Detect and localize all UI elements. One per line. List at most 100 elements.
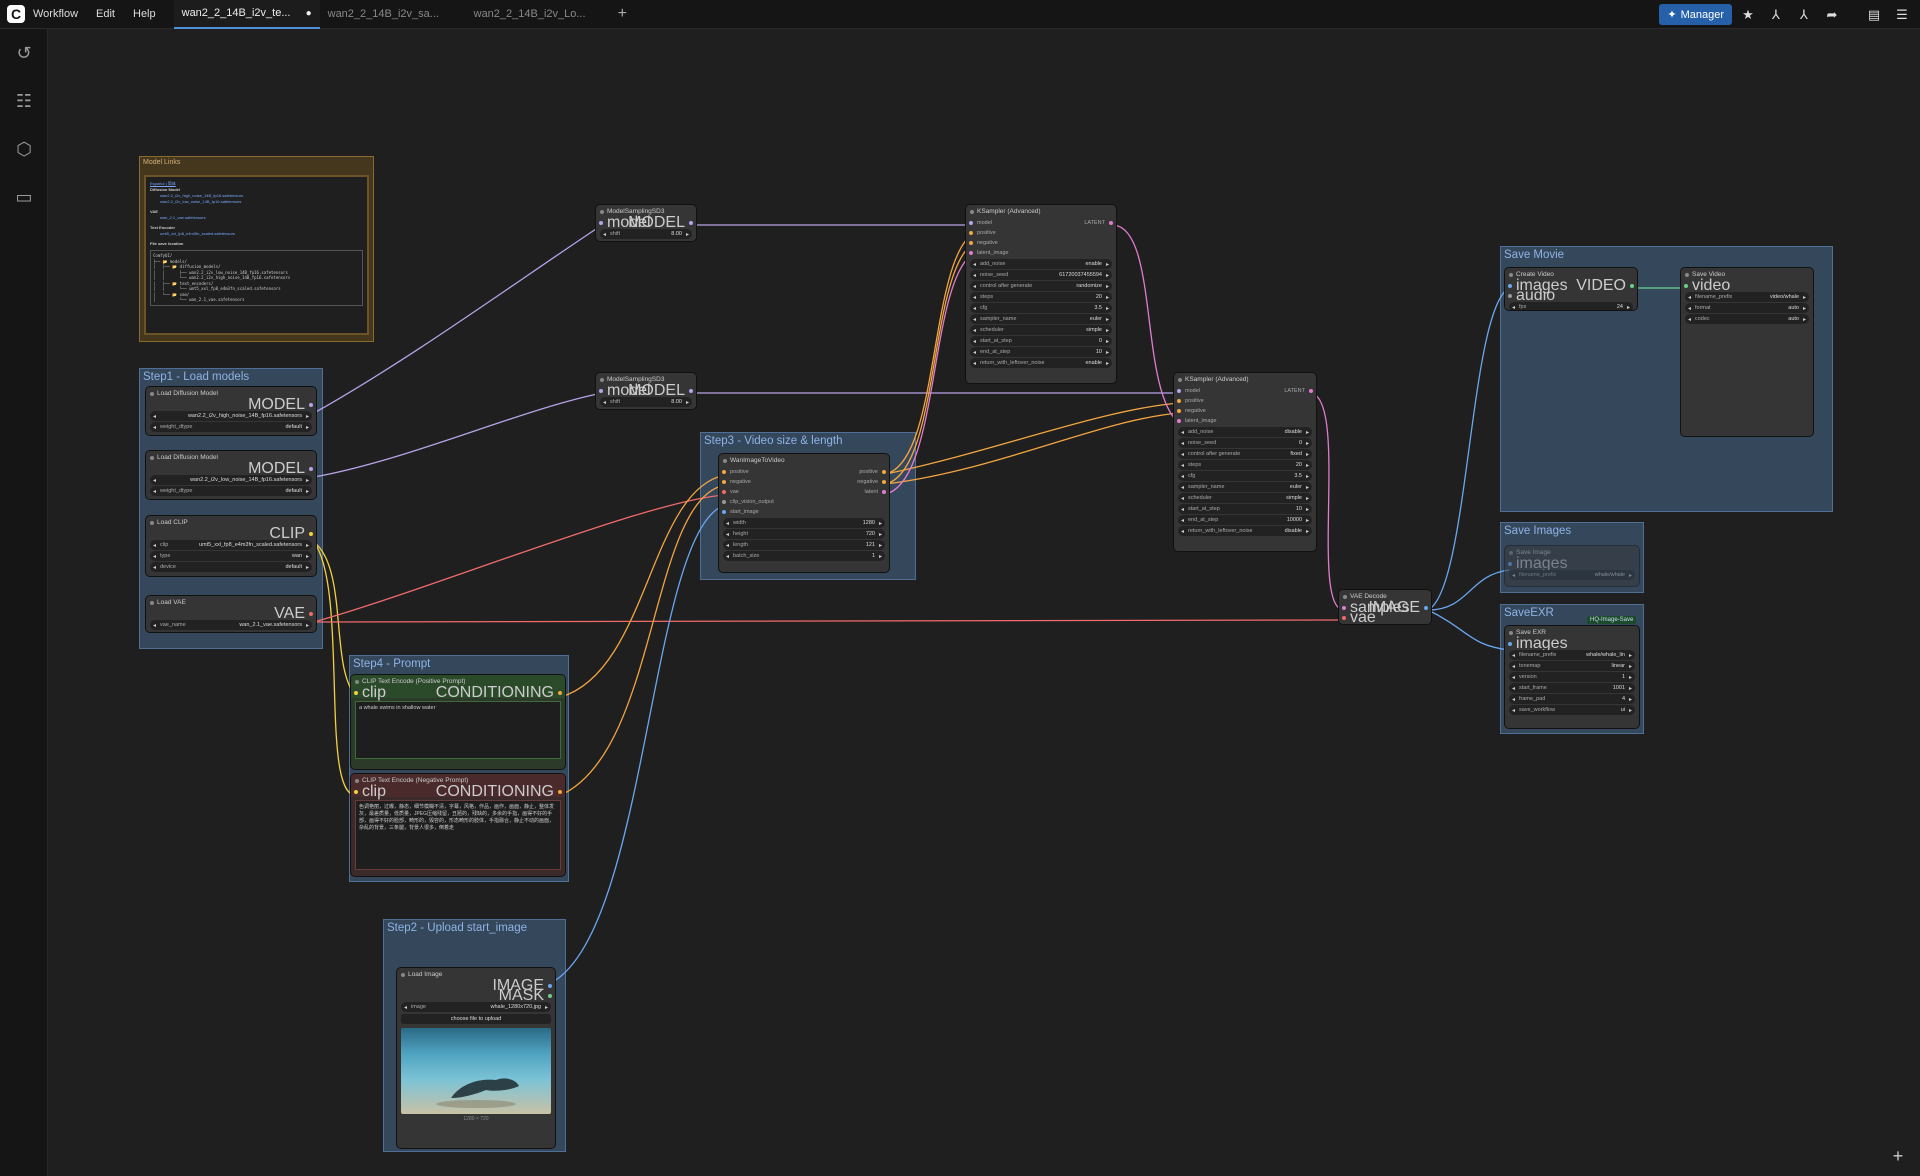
input-vae[interactable]: vae — [1339, 610, 1431, 624]
md-link[interactable]: umt5_xxl_fp8_e4m3fn_scaled.safetensors — [150, 231, 363, 237]
output-model[interactable]: MODEL — [146, 461, 316, 477]
widget-image[interactable]: image whale_1280x720.jpg — [401, 1002, 551, 1012]
widget-steps[interactable]: steps 20 — [1178, 460, 1312, 470]
negative-prompt-textarea[interactable]: 色调艳丽，过曝，静态，细节模糊不清，字幕，风格，作品，画作，画面，静止，整体发灰… — [355, 800, 561, 870]
widget-shift[interactable]: shift 8.00 — [600, 229, 692, 239]
model-library-cube-icon[interactable]: ⬡ — [0, 125, 48, 173]
input-pin[interactable] — [969, 221, 973, 225]
output-pin[interactable] — [309, 467, 313, 471]
widget-start-frame[interactable]: start_frame 1001 — [1509, 683, 1635, 693]
widget-unet-name[interactable]: wan2.2_i2v_low_noise_14B_fp16.safetensor… — [150, 475, 312, 485]
node-icon-b[interactable]: ⅄ — [1792, 4, 1816, 26]
widget-noise-seed[interactable]: noise_seed 0 — [1178, 438, 1312, 448]
input-images[interactable]: images — [1505, 556, 1639, 572]
manager-button[interactable]: ✦ Manager — [1659, 4, 1732, 25]
slot-row[interactable]: clip_vision_output — [719, 497, 889, 507]
widget-end-at-step[interactable]: end_at_step 10000 — [1178, 515, 1312, 525]
md-link[interactable]: wan2.2_i2v_low_noise_14B_fp16.safetensor… — [150, 199, 363, 205]
input-pin[interactable] — [969, 241, 973, 245]
widget-type[interactable]: type wan — [150, 551, 312, 561]
widget-filename-prefix[interactable]: filename_prefix video/whale — [1685, 292, 1809, 302]
positive-prompt-textarea[interactable]: a whale swims in shallow water — [355, 701, 561, 759]
share-icon[interactable]: ➦ — [1820, 4, 1844, 26]
widget-return-with-leftover-noise[interactable]: return_with_leftover_noise disable — [1178, 526, 1312, 536]
slot-row[interactable]: start_image — [719, 507, 889, 517]
output-pin[interactable] — [309, 403, 313, 407]
widget-filename-prefix[interactable]: filename_prefix whale/whale — [1509, 570, 1635, 580]
input-pin[interactable] — [1177, 419, 1181, 423]
history-icon[interactable]: ↺ — [0, 29, 48, 77]
widget-codec[interactable]: codec auto — [1685, 314, 1809, 324]
input-model[interactable]: model MODEL — [596, 215, 696, 231]
widget-end-at-step[interactable]: end_at_step 10 — [970, 347, 1112, 357]
widget-start-at-step[interactable]: start_at_step 0 — [970, 336, 1112, 346]
slot-row[interactable]: latent_image — [1174, 416, 1316, 426]
input-pin[interactable] — [1177, 409, 1181, 413]
upload-button[interactable]: choose file to upload — [401, 1014, 551, 1024]
slot-row[interactable]: vae latent — [719, 487, 889, 497]
output-clip[interactable]: CLIP — [146, 526, 316, 542]
output-model[interactable]: MODEL — [146, 397, 316, 413]
workflow-tab[interactable]: wan2_2_14B_i2v_sa... — [320, 0, 466, 29]
input-pin[interactable] — [1177, 389, 1181, 393]
slot-row[interactable]: latent_image — [966, 248, 1116, 258]
widget-cfg[interactable]: cfg 3.5 — [1178, 471, 1312, 481]
input-pin[interactable] — [1177, 399, 1181, 403]
menu-edit[interactable]: Edit — [96, 8, 115, 20]
panel-toggle-icon[interactable]: ▤ — [1862, 4, 1886, 26]
node-ksampler-advanced-2[interactable]: KSampler (Advanced) model LATENT positive n… — [1174, 373, 1316, 551]
node-load-image[interactable]: Load Image IMAGE MASK imagewhale_1280x72… — [397, 968, 555, 1148]
widget-scheduler[interactable]: scheduler simple — [1178, 493, 1312, 503]
node-save-image-bypassed[interactable]: Save Image images filename_prefixwhale/w… — [1505, 546, 1639, 586]
output-pin[interactable] — [882, 480, 886, 484]
slot-row[interactable]: positive positive — [719, 467, 889, 477]
output-pin[interactable] — [882, 490, 886, 494]
input-pin[interactable] — [1342, 606, 1346, 610]
node-load-diffusion-model-high[interactable]: Load Diffusion Model MODEL wan2.2_i2v_hi… — [146, 387, 316, 435]
workflow-tab-active[interactable]: wan2_2_14B_i2v_te... ● — [173, 0, 320, 29]
input-pin[interactable] — [354, 790, 358, 794]
output-pin[interactable] — [558, 691, 562, 695]
output-pin[interactable] — [548, 984, 552, 988]
input-pin[interactable] — [599, 221, 603, 225]
node-save-video[interactable]: Save Video video filename_prefixvideo/wh… — [1681, 268, 1813, 436]
slot-row[interactable]: negative negative — [719, 477, 889, 487]
slot-row[interactable]: negative — [966, 238, 1116, 248]
input-pin[interactable] — [599, 389, 603, 393]
widget-clip-name[interactable]: clip umt5_xxl_fp8_e4m3fn_scaled.safetenso… — [150, 540, 312, 550]
input-pin[interactable] — [1342, 616, 1346, 620]
output-pin[interactable] — [689, 221, 693, 225]
input-model[interactable]: model MODEL — [596, 383, 696, 399]
widget-add-noise[interactable]: add_noise disable — [1178, 427, 1312, 437]
input-clip[interactable]: clip CONDITIONING — [351, 784, 565, 800]
new-tab-plus-icon[interactable]: + — [618, 5, 627, 23]
widget-weight-dtype[interactable]: weight_dtype default — [150, 486, 312, 496]
widget-unet-name[interactable]: wan2.2_i2v_high_noise_14B_fp16.safetenso… — [150, 411, 312, 421]
node-vae-decode[interactable]: VAE Decode samples IMAGE vae — [1339, 590, 1431, 624]
input-pin[interactable] — [1508, 284, 1512, 288]
widget-add-noise[interactable]: add_noise enable — [970, 259, 1112, 269]
widget-return-with-leftover-noise[interactable]: return_with_leftover_noise enable — [970, 358, 1112, 368]
input-pin[interactable] — [969, 231, 973, 235]
output-mask[interactable]: MASK — [397, 988, 555, 1004]
output-pin[interactable] — [1109, 221, 1113, 225]
node-clip-text-encode-negative[interactable]: CLIP Text Encode (Negative Prompt) clip C… — [351, 774, 565, 876]
widget-version[interactable]: version 1 — [1509, 672, 1635, 682]
input-audio[interactable]: audio — [1505, 288, 1637, 304]
output-pin[interactable] — [1424, 606, 1428, 610]
widget-shift[interactable]: shift 8.00 — [600, 397, 692, 407]
node-model-sampling-sd3-b[interactable]: ModelSamplingSD3 modelMODEL shift8.00 — [596, 373, 696, 409]
input-images[interactable]: images — [1505, 636, 1639, 652]
widget-control-after-generate[interactable]: control after generate fixed — [1178, 449, 1312, 459]
node-model-sampling-sd3-a[interactable]: ModelSamplingSD3 modelMODEL shift8.00 — [596, 205, 696, 241]
md-link[interactable]: wan_2.1_vae.safetensors — [150, 215, 363, 221]
widget-fps[interactable]: fps 24 — [1509, 302, 1633, 310]
comfy-logo-icon[interactable]: C — [7, 5, 25, 23]
slot-row[interactable]: model LATENT — [966, 218, 1116, 228]
widget-noise-seed[interactable]: noise_seed 617200374555​94 — [970, 270, 1112, 280]
output-pin[interactable] — [1630, 284, 1634, 288]
widget-scheduler[interactable]: scheduler simple — [970, 325, 1112, 335]
widget-weight-dtype[interactable]: weight_dtype default — [150, 422, 312, 432]
widget-sampler-name[interactable]: sampler_name euler — [1178, 482, 1312, 492]
group-model-links[interactable]: Model Links Español | 简体 Diffusion Model… — [139, 156, 374, 342]
